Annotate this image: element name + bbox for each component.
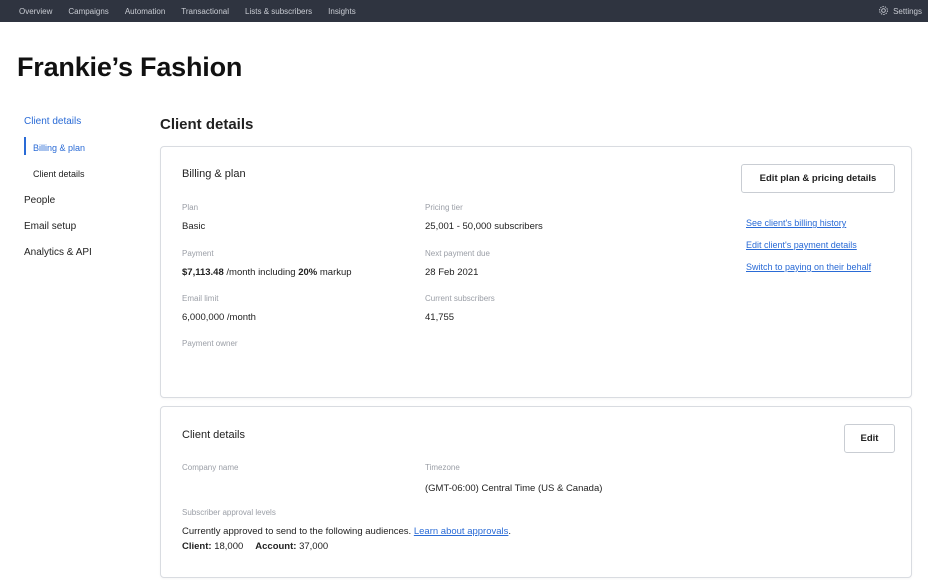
approval-counts: Client: 18,000 Account: 37,000 (182, 541, 328, 552)
section-title: Client details (160, 116, 254, 133)
client-card-title: Client details (182, 429, 245, 441)
pricing-tier-value: 25,001 - 50,000 subscribers (425, 221, 543, 232)
client-details-card: Client details Edit Company name Timezon… (160, 406, 912, 578)
next-payment-value: 28 Feb 2021 (425, 267, 479, 278)
sidebar-item-client-details[interactable]: Client details (24, 116, 81, 127)
sidebar-subitem-client-details[interactable]: Client details (33, 169, 85, 179)
nav-transactional[interactable]: Transactional (173, 7, 237, 16)
plan-value: Basic (182, 221, 206, 232)
payment-mid: /month including (223, 267, 299, 278)
billing-history-link[interactable]: See client's billing history (746, 218, 846, 228)
payment-label: Payment (182, 249, 214, 258)
email-limit-label: Email limit (182, 294, 219, 303)
client-count-label: Client: (182, 541, 212, 552)
email-limit-value: 6,000,000 /month (182, 312, 256, 323)
payment-value: $7,113.48 /month including 20% markup (182, 267, 352, 278)
nav-lists-subscribers[interactable]: Lists & subscribers (237, 7, 320, 16)
top-nav: Overview Campaigns Automation Transactio… (0, 0, 928, 22)
active-indicator (24, 137, 26, 155)
timezone-value: (GMT-06:00) Central Time (US & Canada) (425, 483, 603, 494)
approval-text: Currently approved to send to the follow… (182, 526, 511, 537)
nav-overview[interactable]: Overview (11, 7, 60, 16)
approval-period: . (508, 526, 512, 537)
pricing-tier-label: Pricing tier (425, 203, 463, 212)
current-subscribers-label: Current subscribers (425, 294, 495, 303)
payment-amount: $7,113.48 (182, 267, 224, 278)
payment-markup: 20% (298, 267, 318, 278)
sidebar-item-email-setup[interactable]: Email setup (24, 221, 76, 232)
page-title: Frankie’s Fashion (17, 52, 243, 82)
account-count-label: Account: (255, 541, 297, 552)
nav-campaigns[interactable]: Campaigns (60, 7, 116, 16)
current-subscribers-value: 41,755 (425, 312, 455, 323)
sidebar-item-people[interactable]: People (24, 195, 55, 206)
client-count-value: 18,000 (211, 541, 244, 552)
approval-levels-label: Subscriber approval levels (182, 508, 276, 517)
sidebar-subitem-billing-plan[interactable]: Billing & plan (33, 143, 85, 153)
payment-suffix: markup (317, 267, 352, 278)
payment-details-link[interactable]: Edit client's payment details (746, 240, 857, 250)
sidebar-item-analytics-api[interactable]: Analytics & API (24, 247, 92, 258)
approval-text-body: Currently approved to send to the follow… (182, 526, 414, 537)
next-payment-label: Next payment due (425, 249, 490, 258)
edit-client-button[interactable]: Edit (844, 424, 895, 453)
learn-about-approvals-link[interactable]: Learn about approvals (414, 526, 509, 537)
nav-insights[interactable]: Insights (320, 7, 364, 16)
timezone-label: Timezone (425, 463, 460, 472)
billing-card-title: Billing & plan (182, 168, 246, 180)
plan-label: Plan (182, 203, 199, 212)
settings-link[interactable]: Settings (878, 0, 922, 22)
billing-plan-card: Billing & plan Edit plan & pricing detai… (160, 146, 912, 398)
company-name-label: Company name (182, 463, 239, 472)
edit-plan-pricing-button[interactable]: Edit plan & pricing details (741, 164, 895, 193)
settings-label: Settings (893, 6, 922, 16)
nav-items: Overview Campaigns Automation Transactio… (0, 7, 364, 16)
payment-owner-label: Payment owner (182, 339, 238, 348)
gear-icon (878, 5, 893, 18)
pay-on-behalf-link[interactable]: Switch to paying on their behalf (746, 262, 871, 272)
account-count-value: 37,000 (296, 541, 329, 552)
nav-automation[interactable]: Automation (117, 7, 173, 16)
